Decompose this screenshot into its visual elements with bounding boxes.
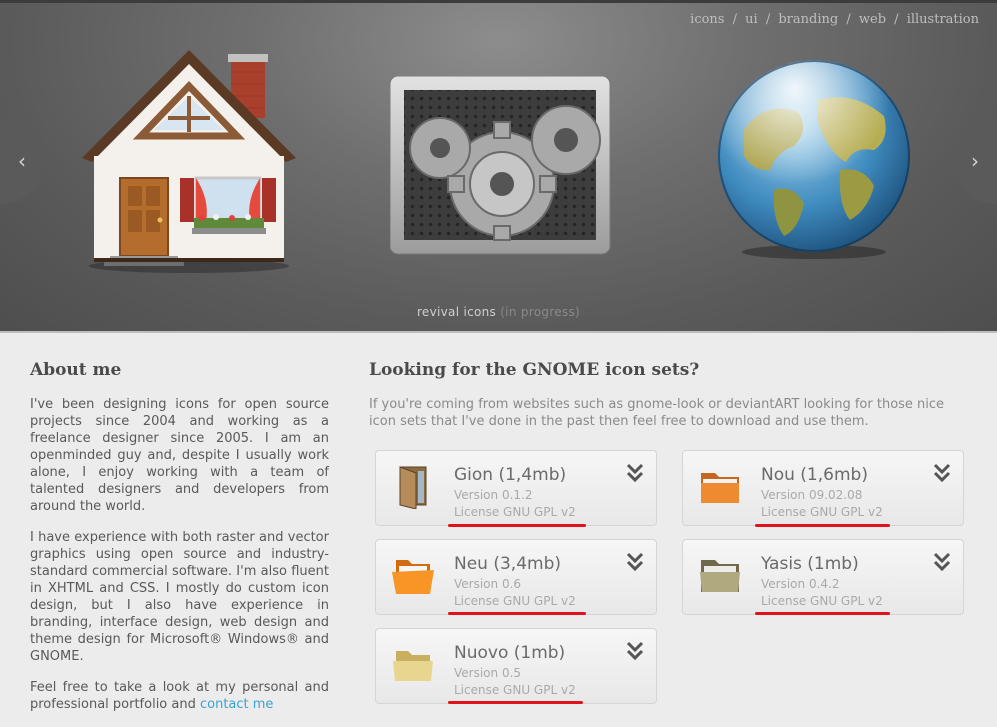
double-chevron-down-icon[interactable]: [933, 463, 951, 483]
icon-set-version: Version 0.6: [454, 577, 522, 591]
hero-divider: [0, 331, 997, 333]
carousel-next-button[interactable]: ›: [953, 118, 997, 204]
annotation-underline: [448, 524, 586, 527]
about-paragraph-3: Feel free to take a look at my personal …: [30, 679, 329, 713]
carousel-prev-button[interactable]: ‹: [0, 118, 44, 204]
double-chevron-down-icon[interactable]: [626, 641, 644, 661]
icon-set-version: Version 09.02.08: [761, 488, 863, 502]
hero-top-border: [0, 0, 997, 3]
about-paragraph-3-text: Feel free to take a look at my personal …: [30, 680, 329, 712]
icon-set-card-nou[interactable]: Nou (1,6mb) Version 09.02.08 License GNU…: [682, 450, 964, 526]
gnome-intro: If you're coming from websites such as g…: [369, 397, 945, 429]
annotation-underline: [448, 612, 586, 615]
house-icon: [82, 50, 296, 273]
globe-icon: [718, 60, 910, 259]
icon-set-version: Version 0.1.2: [454, 488, 533, 502]
chevron-left-icon: ‹: [18, 149, 26, 173]
caption-status: (in progress): [500, 305, 581, 319]
gears-icon: [390, 76, 611, 255]
chevron-right-icon: ›: [971, 149, 979, 173]
icon-set-card-yasis[interactable]: Yasis (1mb) Version 0.4.2 License GNU GP…: [682, 539, 964, 615]
icon-set-version: Version 0.4.2: [761, 577, 840, 591]
hero-banner: icons / ui / branding / web / illustrati…: [0, 0, 997, 333]
double-chevron-down-icon[interactable]: [933, 552, 951, 572]
nav-separator: /: [894, 12, 899, 27]
caption-main: revival icons: [416, 305, 497, 319]
icon-set-license: License GNU GPL v2: [761, 505, 883, 519]
contact-me-link[interactable]: contact me: [200, 697, 273, 712]
about-paragraph-2: I have experience with both raster and v…: [30, 530, 329, 664]
about-section: About me I've been designing icons for o…: [30, 360, 329, 727]
annotation-underline: [448, 701, 583, 704]
icon-set-title: Nuovo (1mb): [454, 643, 566, 663]
icon-set-license: License GNU GPL v2: [454, 594, 576, 608]
about-paragraph-1: I've been designing icons for open sourc…: [30, 397, 329, 514]
icon-set-card-neu[interactable]: Neu (3,4mb) Version 0.6 License GNU GPL …: [375, 539, 657, 615]
neu-folder-icon: [392, 560, 434, 594]
icon-set-license: License GNU GPL v2: [761, 594, 883, 608]
double-chevron-down-icon[interactable]: [626, 463, 644, 483]
nav-separator: /: [732, 12, 738, 27]
gnome-section: Looking for the GNOME icon sets? If you'…: [369, 360, 969, 430]
nav-separator: /: [765, 12, 771, 27]
icon-set-title: Yasis (1mb): [761, 554, 859, 574]
nav-ui[interactable]: ui: [745, 12, 758, 27]
annotation-underline: [755, 524, 890, 527]
icon-set-license: License GNU GPL v2: [454, 505, 576, 519]
gion-folder-icon: [399, 466, 427, 509]
icon-set-title: Neu (3,4mb): [454, 554, 562, 574]
nav-branding[interactable]: branding: [778, 12, 838, 27]
nav-web[interactable]: web: [859, 12, 886, 27]
hero-caption: revival icons (in progress): [0, 305, 997, 319]
annotation-underline: [755, 612, 890, 615]
gnome-heading: Looking for the GNOME icon sets?: [369, 360, 700, 380]
double-chevron-down-icon[interactable]: [626, 552, 644, 572]
nav-separator: /: [846, 12, 851, 27]
yasis-folder-icon: [700, 560, 740, 592]
icon-set-card-gion[interactable]: Gion (1,4mb) Version 0.1.2 License GNU G…: [375, 450, 657, 526]
icon-set-card-nuovo[interactable]: Nuovo (1mb) Version 0.5 License GNU GPL …: [375, 628, 657, 704]
nuovo-folder-icon: [393, 651, 433, 681]
nav-illustration[interactable]: illustration: [907, 12, 979, 27]
icon-set-title: Nou (1,6mb): [761, 465, 868, 485]
icon-set-title: Gion (1,4mb): [454, 465, 567, 485]
about-heading: About me: [30, 360, 122, 380]
nav-icons[interactable]: icons: [690, 12, 724, 27]
nou-folder-icon: [701, 473, 739, 503]
icon-set-license: License GNU GPL v2: [454, 683, 576, 697]
top-nav: icons / ui / branding / web / illustrati…: [688, 12, 981, 27]
icon-set-version: Version 0.5: [454, 666, 522, 680]
